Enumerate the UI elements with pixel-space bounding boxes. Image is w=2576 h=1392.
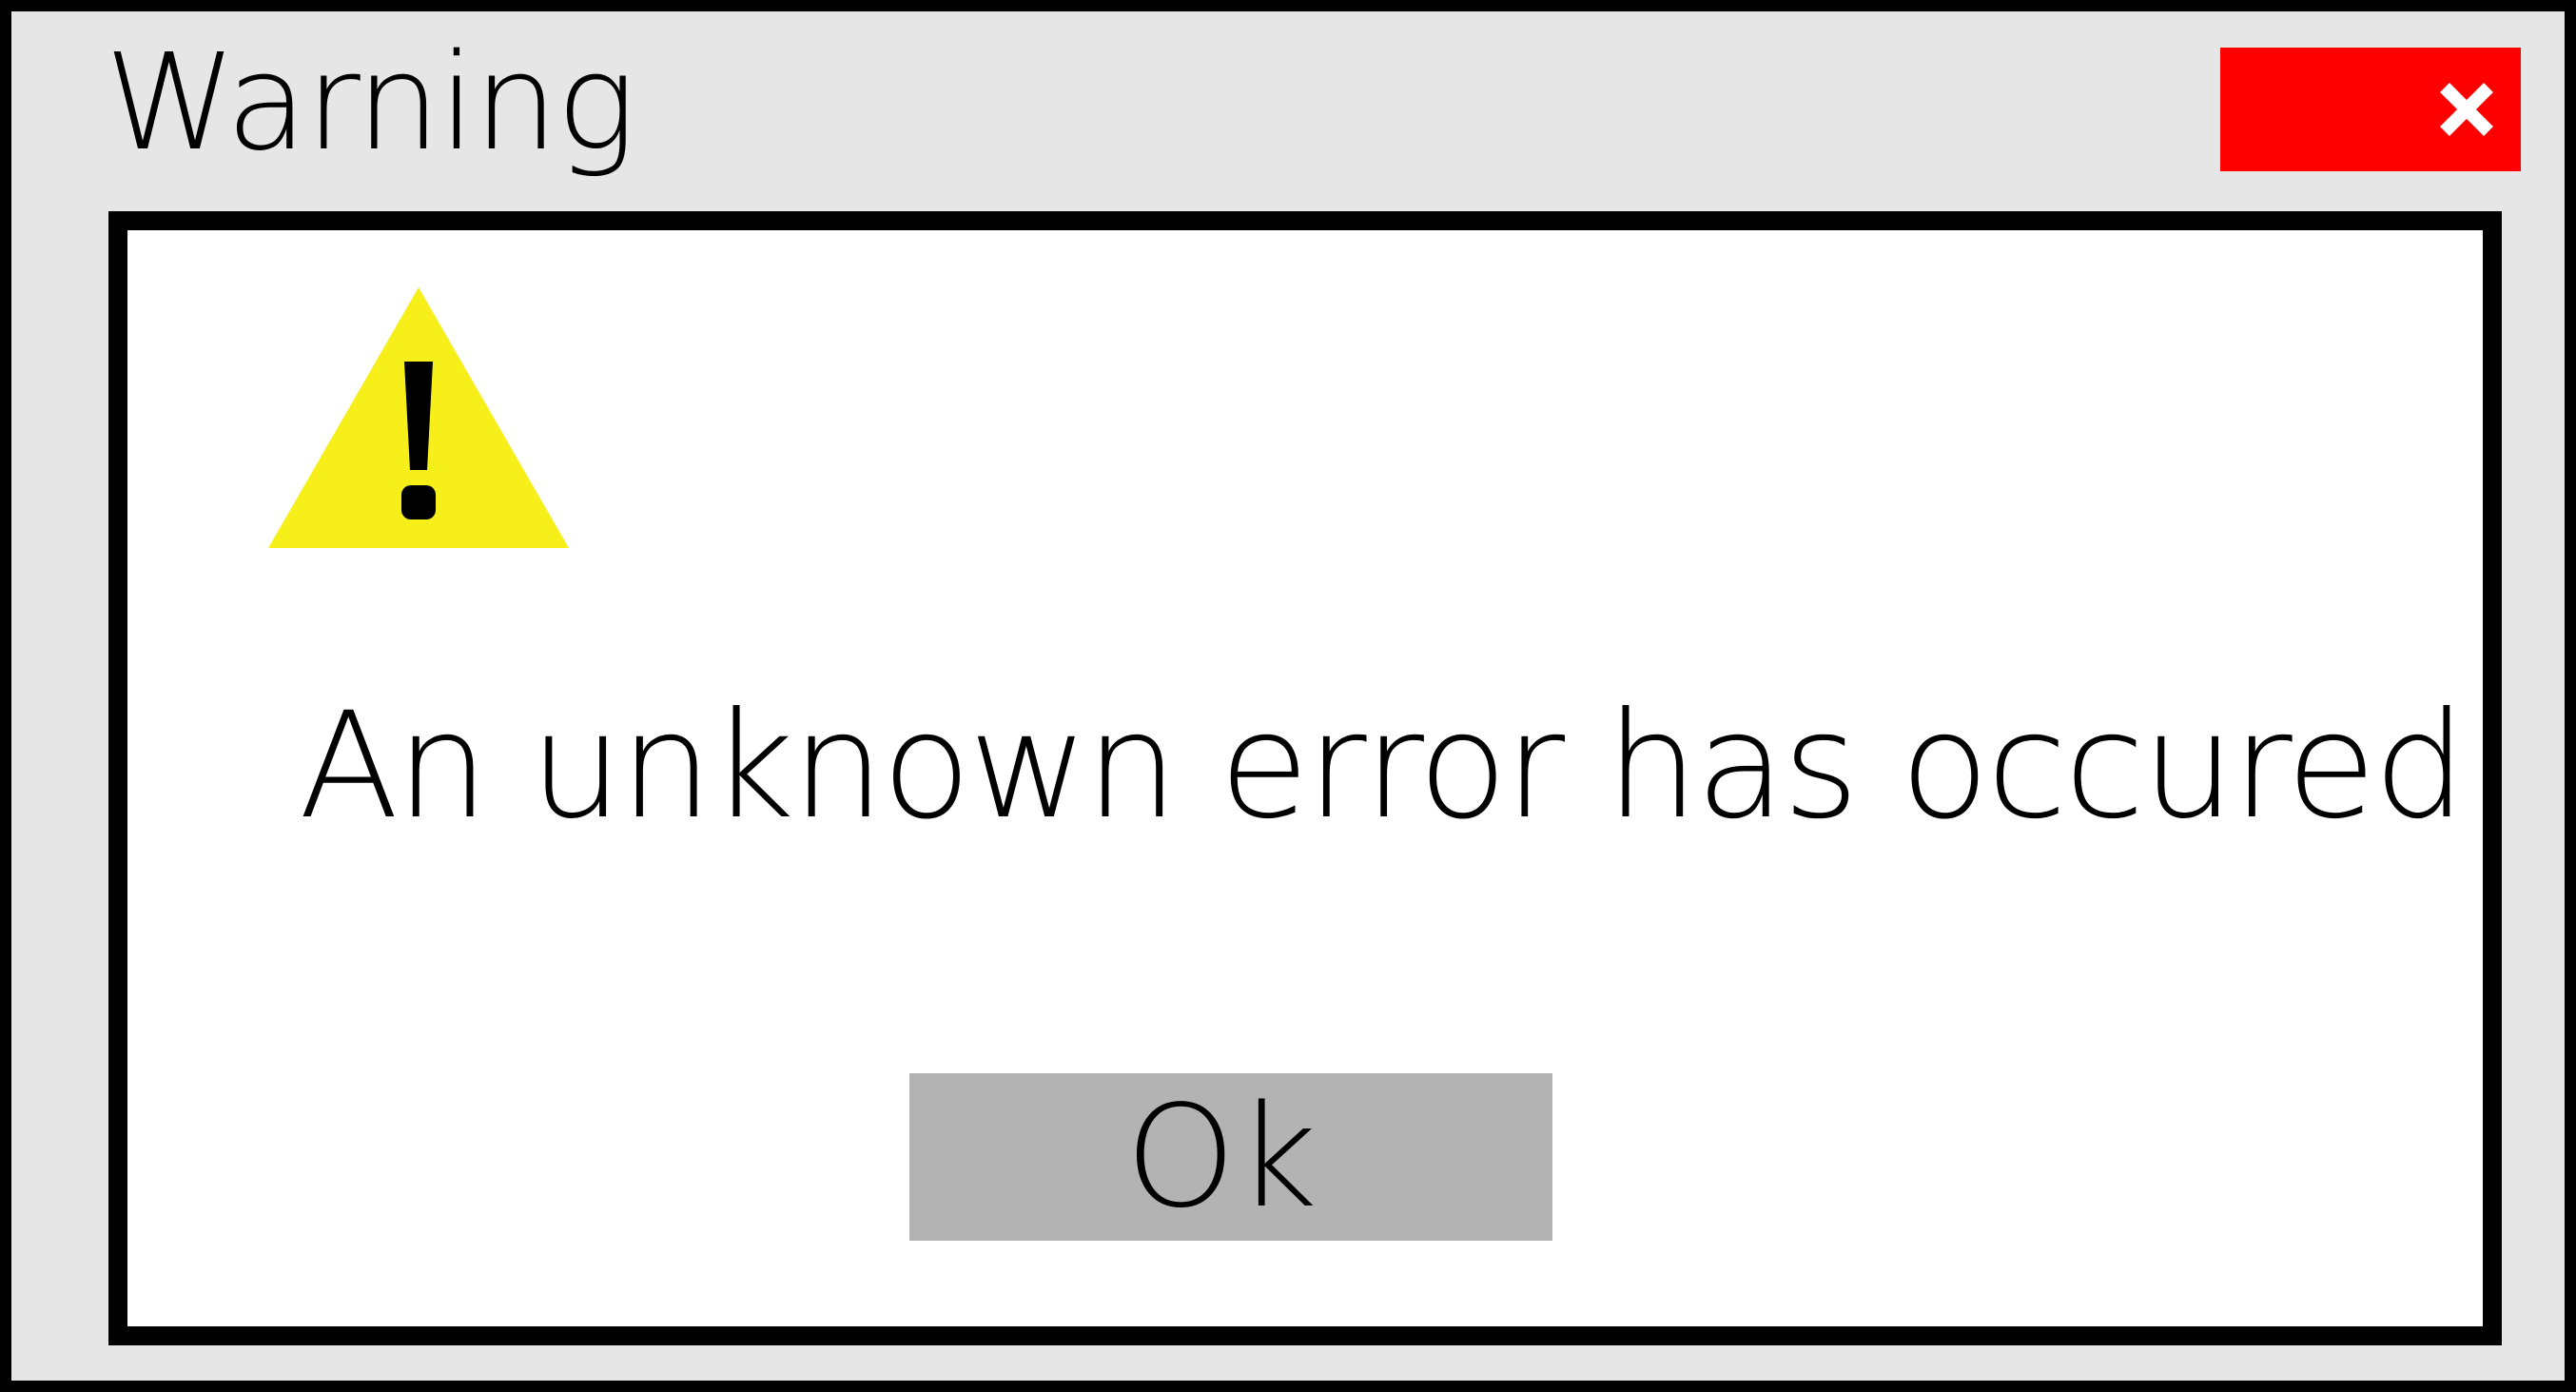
window-title: Warning (105, 26, 636, 181)
ok-button[interactable]: Ok (909, 1073, 1552, 1241)
ok-button-label: Ok (1124, 1075, 1318, 1239)
close-icon (2440, 83, 2493, 136)
dialog-content: An unknown error has occured Ok (108, 211, 2502, 1345)
warning-dialog-window: Warning An unknown error has occured Ok (0, 0, 2576, 1392)
close-button[interactable] (2220, 48, 2521, 171)
error-message: An unknown error has occured (299, 681, 2467, 852)
warning-icon (268, 287, 569, 548)
